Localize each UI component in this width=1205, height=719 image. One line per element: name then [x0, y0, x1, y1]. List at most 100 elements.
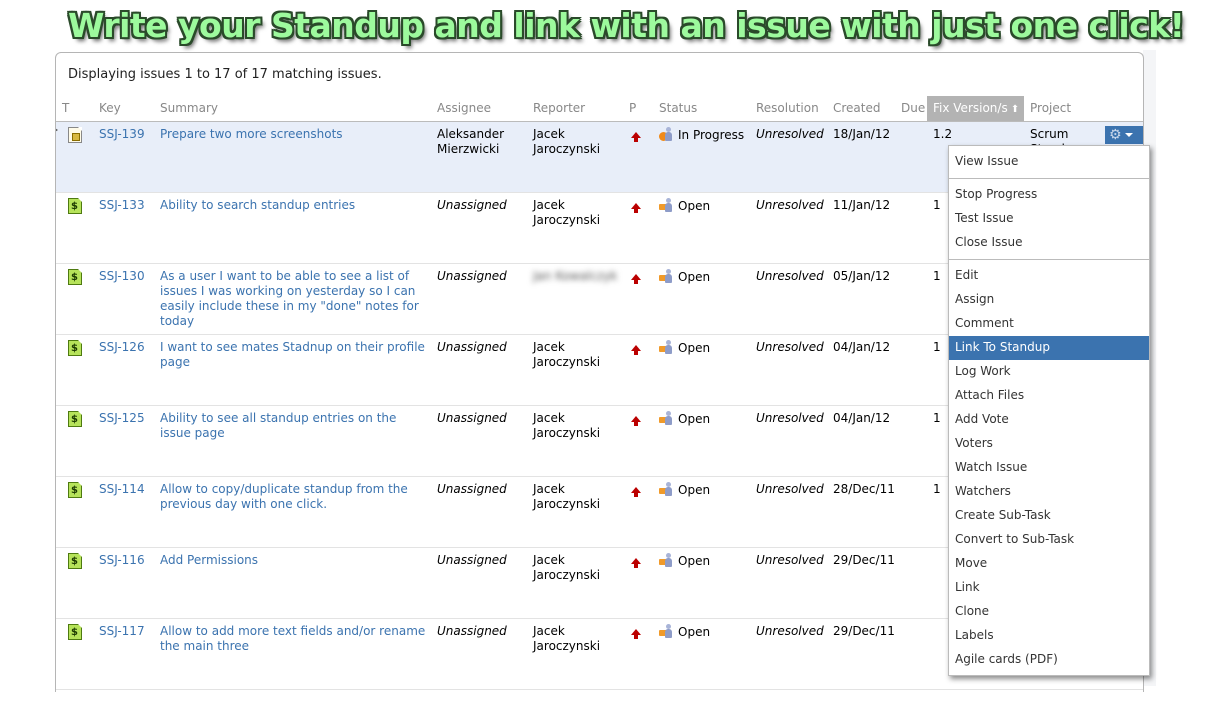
column-header-summary[interactable]: Summary	[154, 96, 431, 122]
column-label: T	[62, 101, 70, 116]
in-progress-status-icon	[659, 126, 674, 142]
created-cell: 04/Jan/12	[827, 405, 895, 477]
column-header-assignee[interactable]: Assignee	[431, 96, 527, 122]
issue-summary-link[interactable]: Add Permissions	[160, 553, 258, 567]
menu-item-stop-progress[interactable]: Stop Progress	[949, 183, 1149, 207]
assignee-value: Unassigned	[437, 410, 507, 425]
reporter-cell: Jacek Jaroczynski	[527, 192, 623, 264]
due-cell	[895, 334, 927, 406]
priority-major-icon	[631, 415, 641, 426]
priority-cell	[623, 263, 653, 335]
issue-key-link[interactable]: SSJ-125	[99, 411, 145, 425]
menu-item-agile-cards-pdf[interactable]: Agile cards (PDF)	[949, 648, 1149, 672]
open-status-icon	[659, 481, 674, 497]
menu-item-add-vote[interactable]: Add Vote	[949, 408, 1149, 432]
issue-actions-button[interactable]: ⚙	[1105, 126, 1143, 144]
issue-key-link[interactable]: SSJ-130	[99, 269, 145, 283]
created-value: 04/Jan/12	[833, 410, 891, 425]
key-cell: SSJ-116	[93, 547, 154, 619]
issue-key-link[interactable]: SSJ-126	[99, 340, 145, 354]
reporter-cell: Jacek Jaroczynski	[527, 334, 623, 406]
menu-item-link[interactable]: Link	[949, 576, 1149, 600]
column-header-created[interactable]: Created	[827, 96, 895, 122]
status-value: Open	[678, 482, 711, 497]
created-cell: 28/Dec/11	[827, 476, 895, 548]
menu-item-log-work[interactable]: Log Work	[949, 360, 1149, 384]
menu-item-attach-files[interactable]: Attach Files	[949, 384, 1149, 408]
issue-summary-link[interactable]: Prepare two more screenshots	[160, 127, 343, 141]
column-label: Resolution	[756, 101, 819, 116]
assignee-value: Unassigned	[437, 268, 507, 283]
issue-key-link[interactable]: SSJ-117	[99, 624, 145, 638]
issue-key-link[interactable]: SSJ-114	[99, 482, 145, 496]
resolution-cell: Unresolved	[750, 121, 827, 193]
menu-item-close-issue[interactable]: Close Issue	[949, 231, 1149, 255]
due-cell	[895, 618, 927, 690]
column-header-t[interactable]: T	[56, 96, 93, 122]
menu-item-labels[interactable]: Labels	[949, 624, 1149, 648]
reporter-cell: Jacek Jaroczynski	[527, 121, 623, 193]
menu-item-edit[interactable]: Edit	[949, 264, 1149, 288]
menu-item-watchers[interactable]: Watchers	[949, 480, 1149, 504]
menu-item-test-issue[interactable]: Test Issue	[949, 207, 1149, 231]
menu-item-view-issue[interactable]: View Issue	[949, 150, 1149, 174]
issue-summary-link[interactable]: Allow to copy/duplicate standup from the…	[160, 482, 408, 511]
resolution-cell: Unresolved	[750, 618, 827, 690]
key-cell: SSJ-139	[93, 121, 154, 193]
column-header-p[interactable]: P	[623, 96, 653, 122]
issue-summary-link[interactable]: Ability to see all standup entries on th…	[160, 411, 396, 440]
reporter-value: Jacek Jaroczynski	[533, 410, 601, 440]
promo-banner: Write your Standup and link with an issu…	[68, 6, 1185, 45]
priority-major-icon	[631, 628, 641, 639]
key-cell: SSJ-126	[93, 334, 154, 406]
menu-item-watch-issue[interactable]: Watch Issue	[949, 456, 1149, 480]
story-type-icon	[68, 268, 82, 285]
column-header-key[interactable]: Key	[93, 96, 154, 122]
story-type-icon	[68, 481, 82, 498]
created-value: 18/Jan/12	[833, 126, 891, 141]
created-cell: 04/Jan/12	[827, 334, 895, 406]
resolution-value: Unresolved	[756, 126, 824, 141]
column-header-resolution[interactable]: Resolution	[750, 96, 827, 122]
issue-summary-link[interactable]: I want to see mates Stadnup on their pro…	[160, 340, 425, 369]
menu-item-move[interactable]: Move	[949, 552, 1149, 576]
menu-item-clone[interactable]: Clone	[949, 600, 1149, 624]
menu-item-assign[interactable]: Assign	[949, 288, 1149, 312]
column-header-fix-version-s[interactable]: Fix Version/s ⬆	[927, 96, 1024, 122]
reporter-value: Jan Kowalczyk	[533, 268, 618, 283]
issue-key-link[interactable]: SSJ-133	[99, 198, 145, 212]
column-label: Key	[99, 101, 121, 116]
results-count: Displaying issues 1 to 17 of 17 matching…	[68, 67, 382, 82]
issue-summary-link[interactable]: Ability to search standup entries	[160, 198, 355, 212]
issue-key-link[interactable]: SSJ-139	[99, 127, 145, 141]
story-type-icon	[68, 410, 82, 427]
column-header-due[interactable]: Due	[895, 96, 927, 122]
column-label: Assignee	[437, 101, 492, 116]
column-label: Reporter	[533, 101, 586, 116]
column-header-status[interactable]: Status	[653, 96, 750, 122]
issue-key-link[interactable]: SSJ-116	[99, 553, 145, 567]
resolution-cell: Unresolved	[750, 192, 827, 264]
menu-item-voters[interactable]: Voters	[949, 432, 1149, 456]
type-cell	[56, 618, 93, 690]
assignee-cell: Unassigned	[431, 334, 527, 406]
created-value: 28/Dec/11	[833, 481, 895, 496]
menu-item-convert-to-sub-task[interactable]: Convert to Sub-Task	[949, 528, 1149, 552]
priority-major-icon	[631, 486, 641, 497]
reporter-cell: Jacek Jaroczynski	[527, 618, 623, 690]
menu-item-create-sub-task[interactable]: Create Sub-Task	[949, 504, 1149, 528]
reporter-value: Jacek Jaroczynski	[533, 339, 601, 369]
issue-summary-link[interactable]: As a user I want to be able to see a lis…	[160, 269, 419, 328]
column-header-project[interactable]: Project	[1024, 96, 1143, 122]
type-cell	[56, 121, 93, 193]
fix-version-value: 1	[933, 410, 941, 425]
issue-summary-link[interactable]: Allow to add more text fields and/or ren…	[160, 624, 425, 653]
status-cell: Open	[653, 405, 750, 477]
assignee-cell: Unassigned	[431, 547, 527, 619]
column-header-reporter[interactable]: Reporter	[527, 96, 623, 122]
menu-item-comment[interactable]: Comment	[949, 312, 1149, 336]
menu-item-link-to-standup[interactable]: Link To Standup	[949, 336, 1149, 360]
due-cell	[895, 476, 927, 548]
summary-cell: Prepare two more screenshots	[154, 121, 431, 193]
assignee-cell: Unassigned	[431, 263, 527, 335]
